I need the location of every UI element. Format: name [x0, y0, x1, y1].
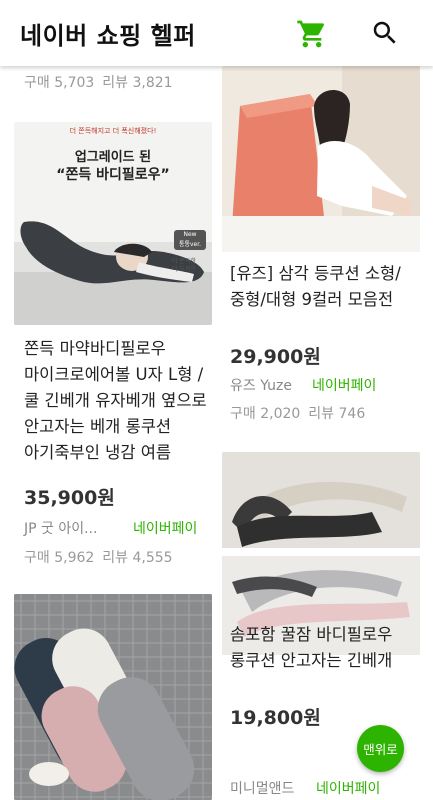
purchase-count: 구매 5,703 [24, 75, 95, 91]
image-banner-main2: “쫀득 바디필로우” [56, 167, 170, 183]
product-image[interactable] [222, 66, 420, 252]
purchase-count: 구매 5,962 [24, 550, 95, 566]
price-value: 35,900 [24, 487, 98, 509]
price-value: 29,900 [230, 346, 304, 368]
seller-name[interactable]: JP 굿 아이... [24, 518, 97, 538]
product-stats: 구매 2,020 리뷰 746 [230, 403, 365, 423]
image-badge-line2: 통통ver. [178, 241, 202, 248]
price-currency: 원 [303, 346, 321, 368]
naver-pay-badge: 네이버페이 [312, 378, 377, 394]
image-banner-top: 더 쫀득해지고 더 폭신해졌다! [69, 127, 157, 135]
seller-name[interactable]: 유즈 Yuze [230, 375, 292, 395]
image-cloth-label2: 더 두꺼운 [172, 266, 196, 273]
app-title: 네이버 쇼핑 헬퍼 [20, 22, 196, 50]
product-image[interactable]: 더 쫀득해지고 더 폭신해졌다! 업그레이드 된 “쫀득 바디필로우” New 통… [14, 122, 212, 325]
product-name[interactable]: 쫀득 마약바디필로우 마이크로에어볼 U자 L형 / 쿨 긴베개 유자베개 옆으… [24, 336, 212, 466]
product-image[interactable] [14, 594, 212, 800]
scroll-top-button[interactable]: 맨위로 [357, 725, 404, 772]
product-card-2[interactable]: [유즈] 삼각 등쿠션 소형/중형/대형 9컬러 모음전 29,900원 유즈 … [216, 66, 433, 446]
product-price: 35,900원 [24, 483, 115, 510]
product-name[interactable]: [유즈] 삼각 등쿠션 소형/중형/대형 9컬러 모음전 [230, 261, 426, 313]
price-value: 19,800 [230, 707, 304, 729]
image-cloth-label1: 더 쫀득한 [172, 258, 196, 265]
cart-icon [297, 20, 325, 48]
search-button[interactable] [370, 18, 402, 50]
naver-pay-badge: 네이버페이 [316, 781, 381, 797]
image-banner-main1: 업그레이드 된 [74, 150, 152, 165]
image-badge-line1: New [183, 231, 197, 238]
product-stats: 구매 5,962 리뷰 4,555 [24, 547, 173, 567]
product-stats: 구매 5,703 리뷰 3,821 [24, 72, 173, 92]
image-cloth-label: 더 쫀득한 더 두꺼운 [172, 258, 196, 274]
product-price: 19,800원 [230, 703, 321, 730]
product-price: 29,900원 [230, 342, 321, 369]
cart-button[interactable] [296, 18, 328, 50]
price-currency: 원 [97, 487, 115, 509]
naver-pay-badge: 네이버페이 [133, 521, 198, 537]
review-count: 리뷰 3,821 [102, 75, 173, 91]
seller-name[interactable]: 미니멀앤드 [230, 778, 294, 798]
app-bar: 네이버 쇼핑 헬퍼 [0, 0, 433, 66]
product-name[interactable]: 솜포함 꿀잠 바디필로우 롱쿠션 안고자는 긴베개 [230, 622, 426, 674]
search-icon [373, 21, 396, 44]
product-card-4[interactable] [0, 590, 216, 800]
product-card-1[interactable]: 더 쫀득해지고 더 폭신해졌다! 업그레이드 된 “쫀득 바디필로우” New 통… [0, 110, 216, 580]
image-badge: New 통통ver. [174, 230, 206, 250]
back-cushion-photo [222, 66, 420, 252]
purchase-count: 구매 2,020 [230, 406, 301, 422]
price-currency: 원 [303, 707, 321, 729]
review-count: 리뷰 746 [308, 406, 366, 422]
cushion-rolls-photo [14, 594, 212, 800]
review-count: 리뷰 4,555 [102, 550, 173, 566]
